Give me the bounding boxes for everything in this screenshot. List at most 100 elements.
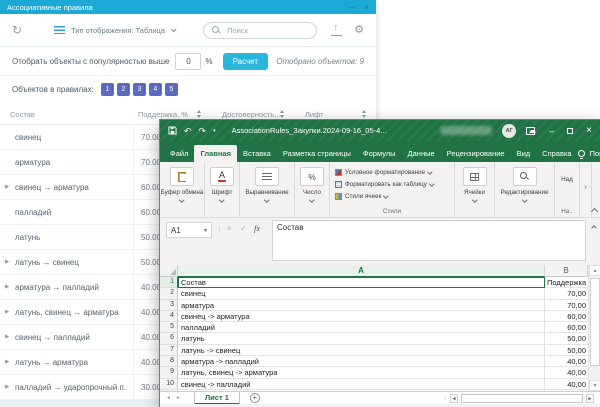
ribbon-tab-view[interactable]: Вид xyxy=(511,145,537,162)
hscroll-right-icon[interactable]: ► xyxy=(586,394,594,403)
rule-size-5-button[interactable]: 5 xyxy=(165,83,178,96)
row-number[interactable]: 7 xyxy=(160,345,178,356)
rule-size-2-button[interactable]: 2 xyxy=(117,83,130,96)
select-all-corner[interactable] xyxy=(160,265,178,277)
lift-sort-icon[interactable] xyxy=(362,110,366,118)
app-close-button[interactable]: × xyxy=(364,1,369,14)
confidence-sort-icon[interactable] xyxy=(280,110,284,118)
row-number[interactable]: 3 xyxy=(160,300,178,311)
display-type-dropdown[interactable]: Тип отображения: Таблица xyxy=(71,26,165,35)
search-box[interactable] xyxy=(203,22,317,39)
cell-b[interactable]: 70,00 xyxy=(545,300,588,311)
scroll-down-icon[interactable]: ▼ xyxy=(589,380,600,391)
number-group[interactable]: % Число xyxy=(295,162,330,217)
name-box[interactable]: A1 ▾ xyxy=(166,222,212,238)
cell-b[interactable]: 70,00 xyxy=(545,288,588,299)
app-minimize-button[interactable]: – xyxy=(350,1,355,14)
name-box-dropdown-icon[interactable]: ▾ xyxy=(204,227,207,234)
cell-b[interactable]: 60,00 xyxy=(545,322,588,333)
ribbon-overflow-strip[interactable]: › xyxy=(580,162,592,217)
hscroll-left-icon[interactable]: ◄ xyxy=(450,394,458,403)
cell-a[interactable]: латунь -> свинец xyxy=(178,345,545,356)
undo-icon[interactable]: ↶ xyxy=(184,126,192,136)
next-sheet-icon[interactable]: ► xyxy=(176,395,181,401)
cell-b[interactable]: 40,00 xyxy=(545,379,588,390)
avatar[interactable]: АГ xyxy=(502,124,516,138)
column-header-a[interactable]: A xyxy=(178,265,545,277)
cell-b[interactable]: 40,00 xyxy=(545,356,588,367)
alignment-group[interactable]: Выравнивание xyxy=(240,162,295,217)
row-number[interactable]: 9 xyxy=(160,367,178,378)
cancel-entry-icon[interactable]: × xyxy=(227,224,232,233)
insert-function-icon[interactable]: fx xyxy=(254,223,260,233)
cell-b[interactable]: 50,00 xyxy=(545,333,588,344)
vertical-scrollbar[interactable]: ▲ ▼ xyxy=(588,265,600,391)
horizontal-scrollbar[interactable] xyxy=(461,394,583,403)
expand-ribbon-icon[interactable]: › xyxy=(584,184,586,191)
cell-a[interactable]: латунь, свинец -> арматура xyxy=(178,367,545,378)
expand-icon[interactable]: ▶ xyxy=(5,359,9,365)
clipboard-group[interactable]: Буфер обмена xyxy=(160,162,205,217)
scroll-up-icon[interactable]: ▲ xyxy=(589,265,600,276)
cell-b[interactable]: 60,00 xyxy=(545,311,588,322)
cell-b[interactable]: 50,00 xyxy=(545,345,588,356)
calculate-button[interactable]: Расчет xyxy=(223,53,268,70)
collapse-formula-bar-icon[interactable] xyxy=(591,225,597,231)
row-number[interactable]: 10 xyxy=(160,379,178,390)
cell-a[interactable]: латунь xyxy=(178,333,545,344)
cell-a[interactable]: свинец -> палладий xyxy=(178,379,545,390)
chevron-down-icon[interactable] xyxy=(171,26,177,32)
row-number[interactable]: 6 xyxy=(160,333,178,344)
tabbar-resize-handle[interactable]: ⁝ xyxy=(444,395,447,402)
conditional-formatting-button[interactable]: Условное форматирование xyxy=(335,166,432,178)
cell-a[interactable]: свинец xyxy=(178,288,545,299)
row-number[interactable]: 4 xyxy=(160,311,178,322)
customize-qat-icon[interactable]: ▾ xyxy=(213,126,216,136)
support-sort-icon[interactable] xyxy=(197,110,201,118)
vertical-scroll-thumb[interactable] xyxy=(590,278,600,366)
format-as-table-button[interactable]: Форматировать как таблицу xyxy=(335,178,433,190)
row-number[interactable]: 8 xyxy=(160,356,178,367)
ribbon-tab-help[interactable]: Справка xyxy=(536,145,577,162)
expand-icon[interactable]: ▶ xyxy=(5,384,9,390)
cell-a[interactable]: арматура xyxy=(178,300,545,311)
prev-sheet-icon[interactable]: ◄ xyxy=(166,395,171,401)
ribbon-display-options-icon[interactable] xyxy=(526,127,535,135)
overflow-group[interactable]: Над На.. xyxy=(555,162,580,217)
search-input[interactable] xyxy=(227,26,307,35)
expand-icon[interactable]: ▶ xyxy=(5,334,9,340)
cell-b[interactable]: Поддержка xyxy=(545,277,588,288)
ribbon-tab-data[interactable]: Данные xyxy=(402,145,441,162)
rule-size-4-button[interactable]: 4 xyxy=(149,83,162,96)
expand-icon[interactable]: ▶ xyxy=(5,284,9,290)
ribbon-tab-file[interactable]: Файл xyxy=(164,145,194,162)
excel-maximize-button[interactable] xyxy=(567,128,573,134)
sheet-tab-list1[interactable]: Лист 1 xyxy=(194,392,240,405)
ribbon-tab-formulas[interactable]: Формулы xyxy=(357,145,402,162)
expand-icon[interactable]: ▶ xyxy=(5,259,9,265)
column-header-b[interactable]: B xyxy=(545,265,588,277)
cells-group[interactable]: Ячейки xyxy=(455,162,495,217)
gear-icon[interactable]: ⚙ xyxy=(354,25,364,36)
ribbon-tab-home[interactable]: Главная xyxy=(194,145,237,162)
rule-size-3-button[interactable]: 3 xyxy=(133,83,146,96)
cell-b[interactable]: 40,00 xyxy=(545,367,588,378)
refresh-icon[interactable]: ↻ xyxy=(12,24,22,36)
row-number[interactable]: 5 xyxy=(160,322,178,333)
formula-input[interactable]: Состав xyxy=(272,220,586,261)
excel-minimize-button[interactable]: – xyxy=(549,126,554,136)
ribbon-tab-assistant[interactable]: Помощн xyxy=(590,149,600,158)
expand-icon[interactable]: ▶ xyxy=(5,309,9,315)
row-number[interactable]: 2 xyxy=(160,288,178,299)
export-icon[interactable] xyxy=(331,25,342,36)
rule-size-1-button[interactable]: 1 xyxy=(101,83,114,96)
font-group[interactable]: А Шрифт xyxy=(205,162,240,217)
redo-icon[interactable]: ↷ xyxy=(199,126,207,136)
row-number[interactable]: 1 xyxy=(160,277,178,288)
ribbon-tab-page-layout[interactable]: Разметка страницы xyxy=(277,145,357,162)
popularity-threshold-input[interactable] xyxy=(175,53,201,70)
cell-a[interactable]: свинец -> арматура xyxy=(178,311,545,322)
ribbon-tab-insert[interactable]: Вставка xyxy=(237,145,277,162)
expand-icon[interactable]: ▶ xyxy=(5,184,9,190)
save-icon[interactable] xyxy=(168,126,177,135)
